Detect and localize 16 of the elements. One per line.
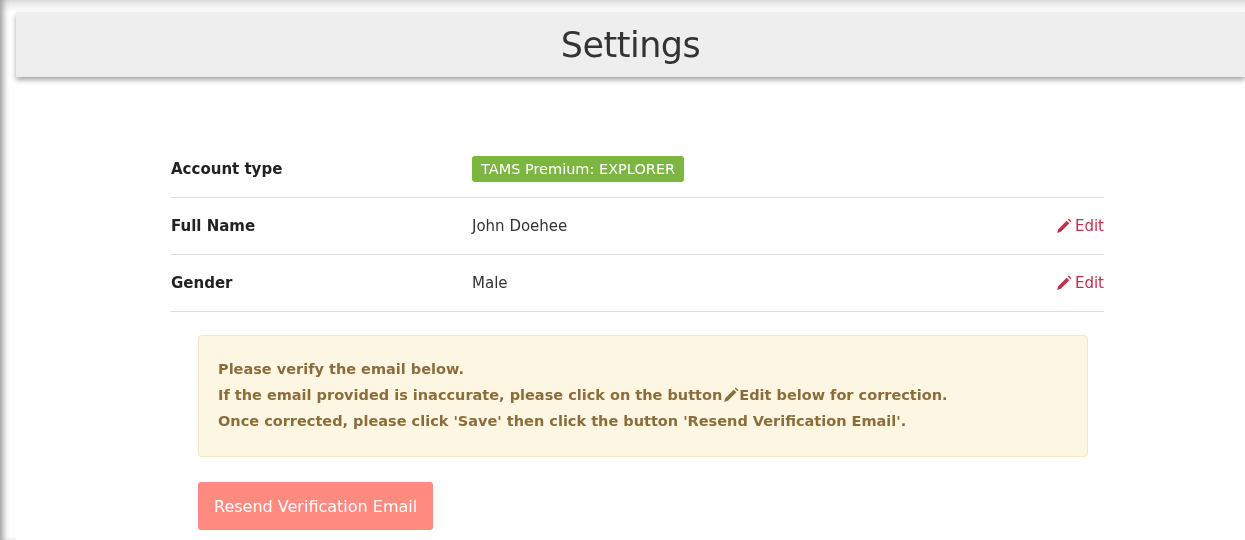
alert-text: If the email provided is inaccurate, please click on the button bbox=[218, 386, 723, 405]
edit-link[interactable]: Edit bbox=[1054, 217, 1104, 235]
field-label: Gender bbox=[171, 274, 234, 292]
field-value: John Doehee bbox=[472, 217, 568, 235]
page-title: Settings bbox=[560, 24, 701, 65]
alert-text: Please verify the email below. bbox=[218, 360, 464, 379]
field-value: Male bbox=[472, 274, 508, 292]
pencil-icon bbox=[722, 386, 740, 404]
pencil-icon bbox=[1054, 274, 1072, 292]
edit-link[interactable]: Edit bbox=[1054, 274, 1104, 292]
field-label: Account type bbox=[171, 160, 284, 178]
account-badge: TAMS Premium: EXPLORER bbox=[472, 156, 685, 182]
field-label: Full Name bbox=[171, 217, 257, 235]
alert-text: Once corrected, please click 'Save' then click the button 'Resend Verification Email'. bbox=[218, 412, 907, 431]
pencil-icon bbox=[1054, 217, 1072, 235]
alert-text: Edit below for correction. bbox=[739, 386, 948, 405]
